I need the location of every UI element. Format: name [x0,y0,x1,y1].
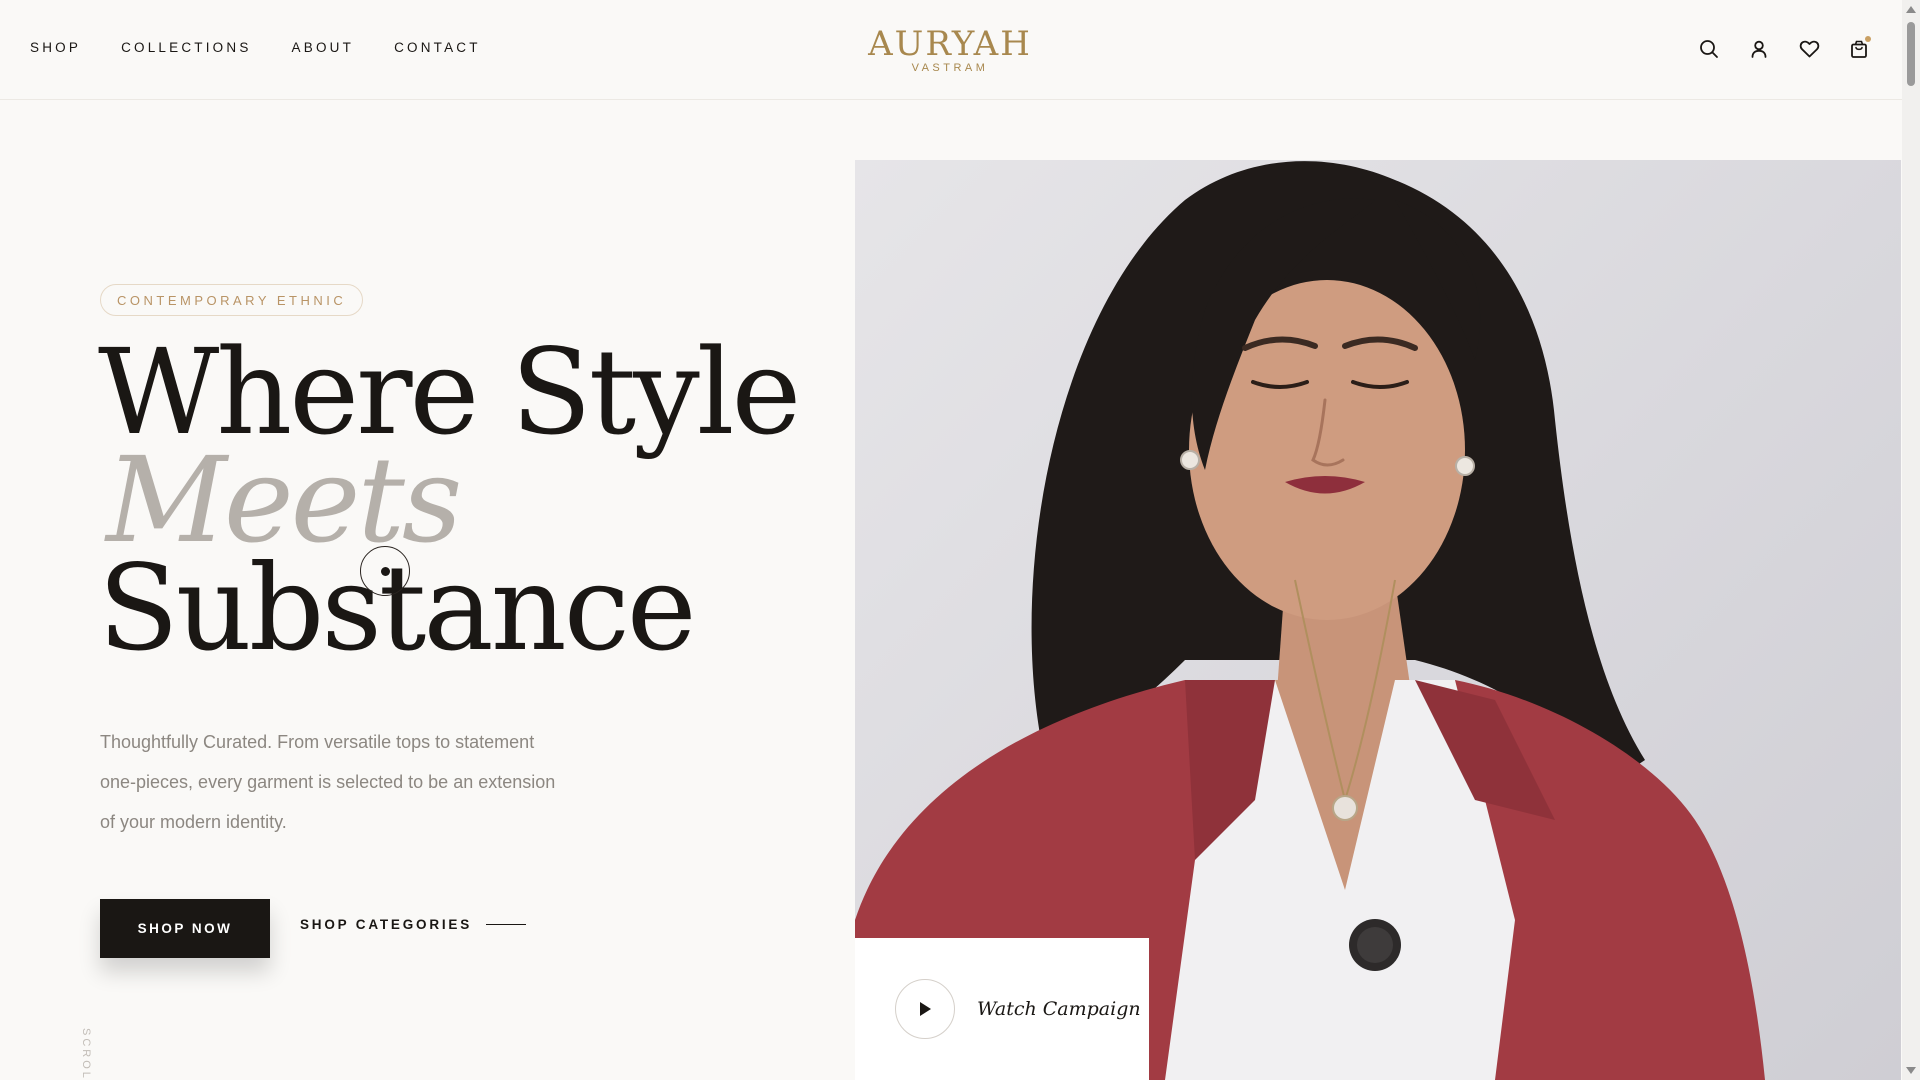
headline-line-1: Where Style [98,323,801,461]
search-icon[interactable] [1696,36,1722,62]
custom-cursor-dot [381,567,390,576]
play-icon[interactable] [895,979,955,1039]
nav-collections[interactable]: COLLECTIONS [121,40,251,55]
headline-line-3: Substance [98,539,697,677]
brand-logo[interactable]: AURYAH VASTRAM [800,24,1100,74]
hero-headline: Where Style Meets Substance [98,323,801,677]
shop-now-button[interactable]: SHOP NOW [100,899,270,958]
description-line-2: one-pieces, every garment is selected to… [100,772,556,792]
scroll-down-arrow-icon[interactable] [1906,1067,1916,1074]
description-line-3: of your modern identity. [100,812,287,832]
brand-subtitle: VASTRAM [911,62,989,74]
header-actions [1696,36,1872,62]
hero-category-tag: CONTEMPORARY ETHNIC [100,284,364,316]
shop-categories-link[interactable]: SHOP CATEGORIES [300,917,527,932]
arrow-line-icon [486,924,527,925]
scroll-up-arrow-icon[interactable] [1906,6,1916,13]
watch-campaign-label: Watch Campaign [977,998,1141,1020]
scroll-hint: SCROLL [80,1028,92,1080]
site-header: SHOP COLLECTIONS ABOUT CONTACT AURYAH VA… [0,0,1902,100]
headline-line-2: Meets [106,431,462,569]
nav-about[interactable]: ABOUT [292,40,355,55]
scrollbar-thumb[interactable] [1907,22,1915,86]
shop-categories-label: SHOP CATEGORIES [300,917,473,932]
hero-description: Thoughtfully Curated. From versatile top… [100,722,600,842]
nav-contact[interactable]: CONTACT [394,40,481,55]
description-line-1: Thoughtfully Curated. From versatile top… [100,732,535,752]
brand-name: AURYAH [868,24,1032,64]
account-icon[interactable] [1746,36,1772,62]
custom-cursor [360,546,410,596]
cart-notification-dot [1865,36,1871,42]
page-scrollbar[interactable] [1902,0,1920,1080]
watch-campaign-button[interactable]: Watch Campaign [855,938,1149,1080]
wishlist-heart-icon[interactable] [1796,36,1822,62]
main-nav: SHOP COLLECTIONS ABOUT CONTACT [30,40,481,55]
shopping-bag-icon[interactable] [1846,36,1872,62]
nav-shop[interactable]: SHOP [30,40,81,55]
